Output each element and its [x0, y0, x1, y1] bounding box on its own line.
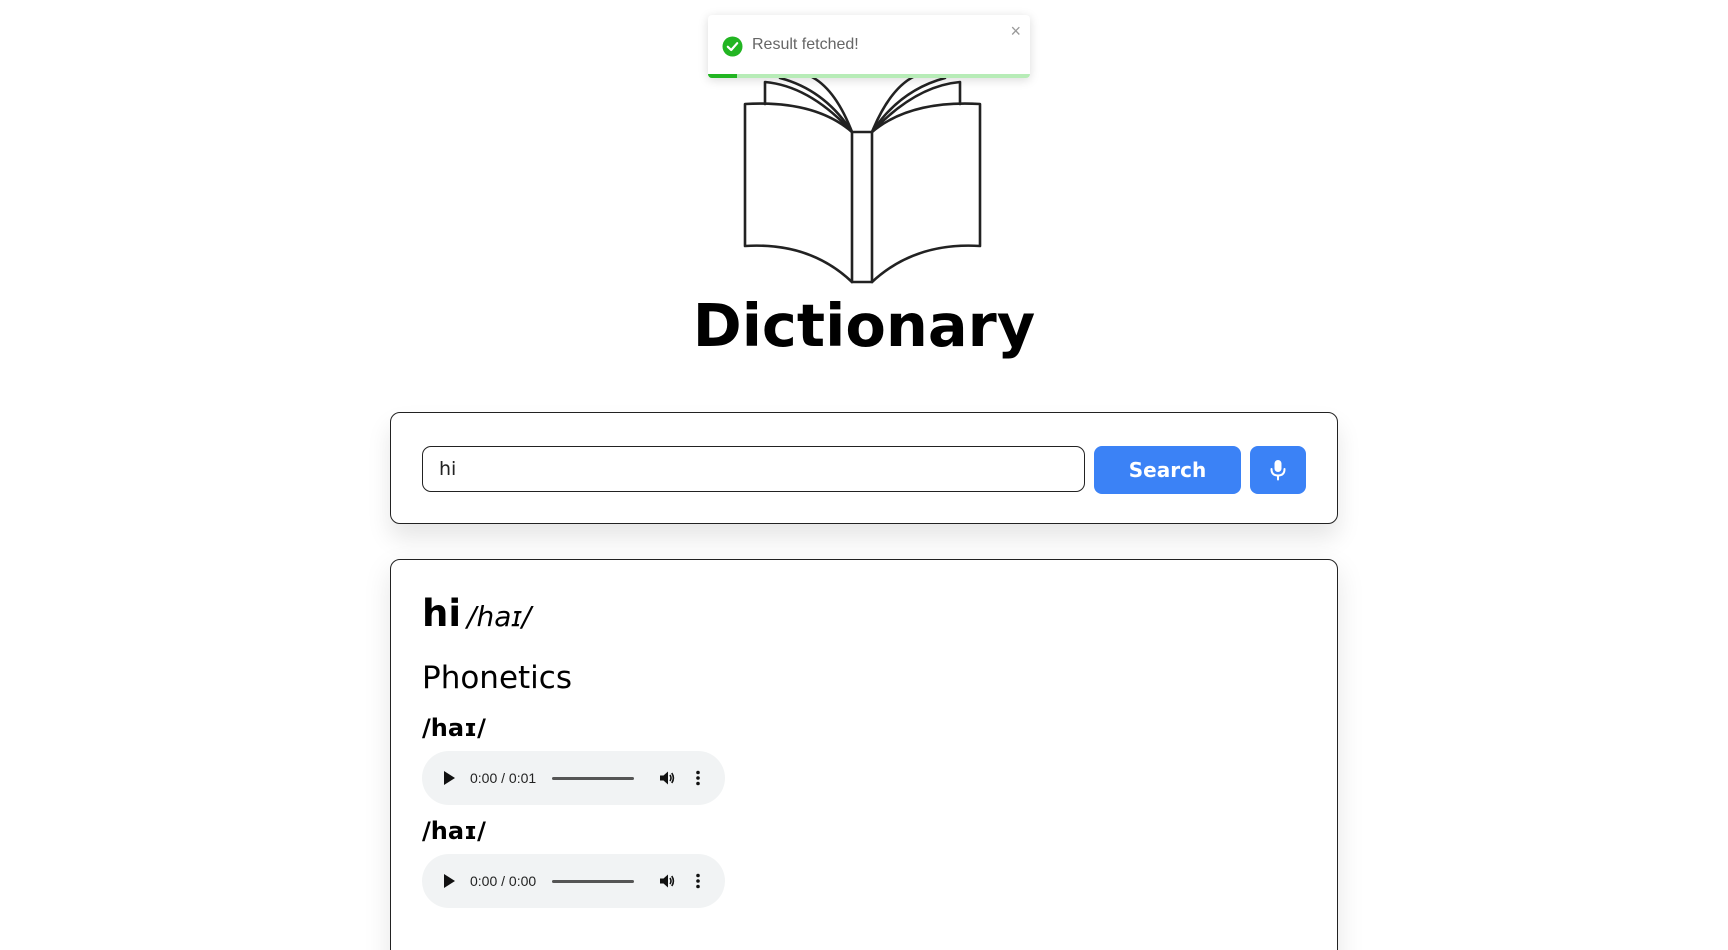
phonetic-text: /haɪ/	[422, 817, 486, 845]
more-options-icon[interactable]	[695, 769, 701, 787]
play-icon[interactable]	[444, 771, 455, 785]
word-title: hi	[422, 592, 462, 635]
book-logo-icon	[740, 60, 984, 284]
phonetic-item: /haɪ/ 0:00 / 0:00	[422, 816, 732, 908]
app-title: Dictionary	[692, 291, 1036, 360]
toast-progress-track	[708, 74, 1030, 78]
close-icon[interactable]: ×	[1010, 21, 1021, 41]
more-options-icon[interactable]	[695, 872, 701, 890]
phonetics-heading: Phonetics	[422, 660, 572, 696]
toast-message: Result fetched!	[752, 36, 859, 53]
audio-progress-slider[interactable]	[552, 777, 634, 780]
audio-player[interactable]: 0:00 / 0:00	[422, 854, 725, 908]
audio-progress-slider[interactable]	[552, 880, 634, 883]
audio-player[interactable]: 0:00 / 0:01	[422, 751, 725, 805]
audio-time: 0:00 / 0:01	[470, 770, 537, 786]
audio-time: 0:00 / 0:00	[470, 873, 537, 889]
toast-progress-bar	[708, 74, 737, 78]
phonetic-item: /haɪ/ 0:00 / 0:01	[422, 713, 732, 805]
page: Dictionary Search hi/haɪ/ Phonetics /haɪ…	[0, 0, 1728, 950]
toast-notification[interactable]: Result fetched! ×	[708, 15, 1030, 78]
search-panel: Search	[390, 412, 1338, 524]
microphone-icon	[1270, 460, 1286, 481]
volume-icon[interactable]	[658, 872, 676, 890]
search-button[interactable]: Search	[1094, 446, 1241, 494]
voice-search-button[interactable]	[1250, 446, 1306, 494]
phonetic-text: /haɪ/	[422, 714, 486, 742]
word-phonetic: /haɪ/	[467, 600, 532, 633]
word-header: hi/haɪ/	[422, 592, 531, 635]
play-icon[interactable]	[444, 874, 455, 888]
check-circle-icon	[722, 36, 743, 57]
result-panel: hi/haɪ/ Phonetics /haɪ/ 0:00 / 0:01 /haɪ…	[390, 559, 1338, 950]
search-input[interactable]	[422, 446, 1085, 492]
volume-icon[interactable]	[658, 769, 676, 787]
